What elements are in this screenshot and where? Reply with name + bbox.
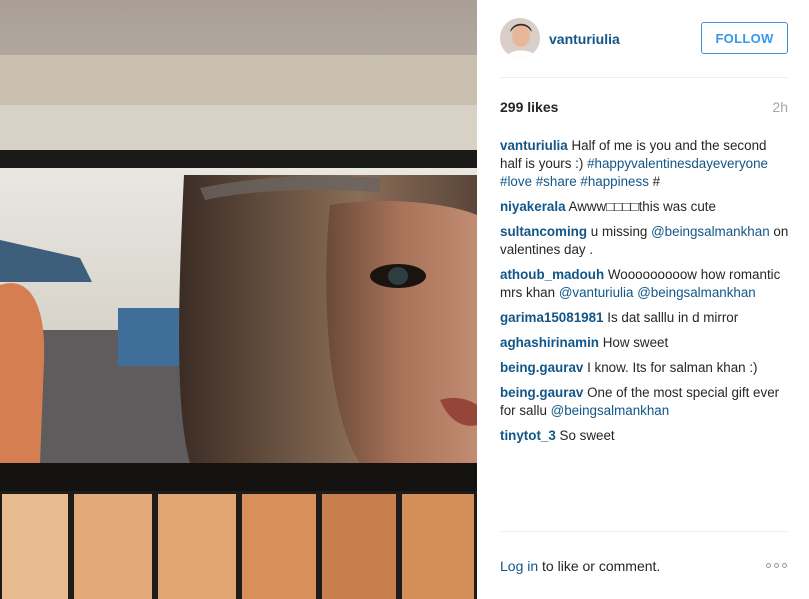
- login-prompt: Log in to like or comment.: [500, 558, 660, 574]
- profile-photo-icon: [500, 18, 540, 58]
- instagram-post: vanturiulia FOLLOW 299 likes 2h vanturiu…: [0, 0, 809, 599]
- follow-button[interactable]: FOLLOW: [701, 22, 788, 54]
- list-item: tinytot_3 So sweet: [500, 427, 790, 445]
- list-item: athoub_madouh Wooooooooow how romantic m…: [500, 266, 790, 302]
- list-item: niyakerala Awww□□□□this was cute: [500, 198, 790, 216]
- login-link[interactable]: Log in: [500, 558, 538, 574]
- mirror-selfie-photo: [0, 0, 477, 599]
- avatar[interactable]: [500, 18, 540, 58]
- login-suffix: to like or comment.: [542, 558, 661, 574]
- list-item: aghashirinamin How sweet: [500, 334, 790, 352]
- comment-username[interactable]: being.gaurav: [500, 360, 583, 375]
- post-sidebar: vanturiulia FOLLOW 299 likes 2h vanturiu…: [477, 0, 809, 599]
- list-item: garima15081981 Is dat salllu in d mirror: [500, 309, 790, 327]
- username-link[interactable]: vanturiulia: [549, 31, 620, 47]
- mention-link[interactable]: @beingsalmankhan: [651, 224, 770, 239]
- comment-text: Is dat salllu in d mirror: [607, 310, 739, 325]
- more-options-icon[interactable]: [766, 563, 787, 568]
- divider: [500, 531, 788, 532]
- caption: vanturiulia Half of me is you and the se…: [500, 137, 790, 191]
- comment-username[interactable]: athoub_madouh: [500, 267, 604, 282]
- comment-text: How sweet: [602, 335, 669, 350]
- post-header: vanturiulia FOLLOW: [500, 18, 788, 60]
- comment-text: u missing: [590, 224, 648, 239]
- comment-text: I know. Its for salman khan :): [587, 360, 758, 375]
- post-photo[interactable]: [0, 0, 477, 599]
- comment-username[interactable]: being.gaurav: [500, 385, 583, 400]
- list-item: being.gaurav I know. Its for salman khan…: [500, 359, 790, 377]
- emoji-glyphs: □□□□: [606, 199, 639, 214]
- mention-link[interactable]: @vanturiulia: [559, 285, 634, 300]
- mention-link[interactable]: @beingsalmankhan: [551, 403, 670, 418]
- mention-link[interactable]: @beingsalmankhan: [637, 285, 756, 300]
- comment-text: So sweet: [559, 428, 615, 443]
- comment-username[interactable]: garima15081981: [500, 310, 604, 325]
- divider: [500, 77, 788, 78]
- comment-username[interactable]: tinytot_3: [500, 428, 556, 443]
- comment-username[interactable]: sultancoming: [500, 224, 587, 239]
- list-item: being.gaurav One of the most special gif…: [500, 384, 790, 420]
- post-timestamp[interactable]: 2h: [772, 99, 788, 115]
- comment-username[interactable]: vanturiulia: [500, 138, 568, 153]
- comment-username[interactable]: aghashirinamin: [500, 335, 599, 350]
- comment-list: vanturiulia Half of me is you and the se…: [500, 137, 790, 452]
- comment-username[interactable]: niyakerala: [500, 199, 566, 214]
- comment-text: Awww□□□□this was cute: [568, 199, 716, 214]
- caption-trailing: #: [652, 174, 661, 189]
- list-item: sultancoming u missing @beingsalmankhan …: [500, 223, 790, 259]
- likes-count[interactable]: 299 likes: [500, 99, 558, 115]
